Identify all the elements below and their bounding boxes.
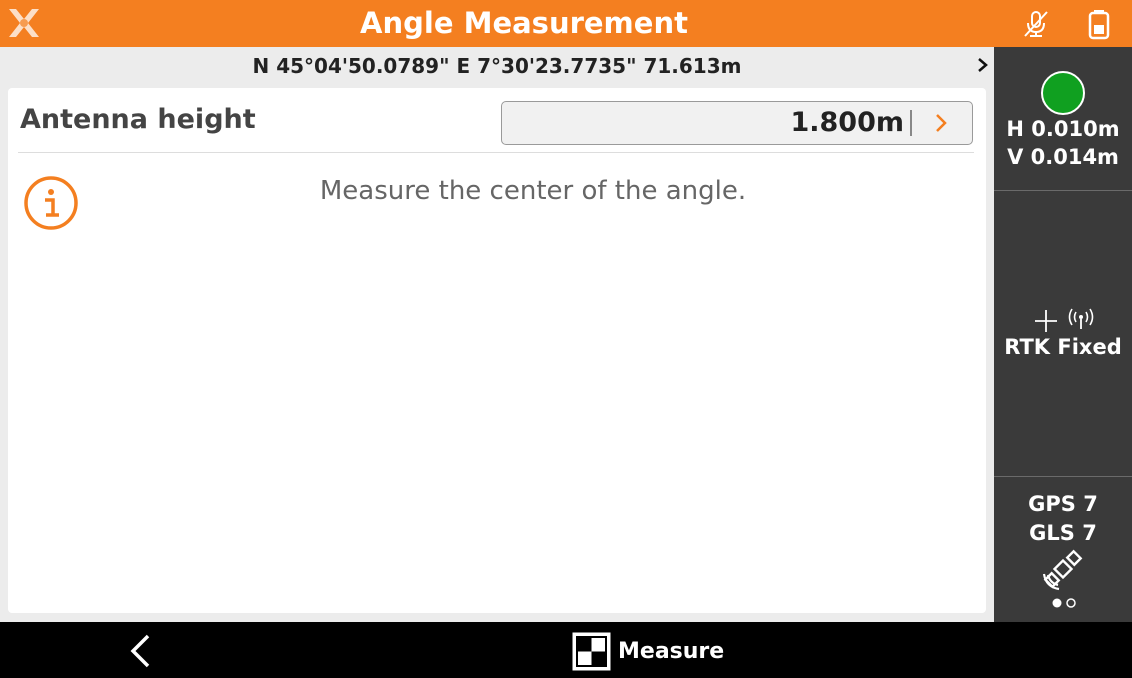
main-panel: Antenna height 1.800m Measure the center… — [8, 88, 986, 613]
gps-count: GPS 7 — [1028, 492, 1098, 516]
page-indicator-dots — [1052, 598, 1076, 608]
battery-icon — [1088, 10, 1110, 40]
horizontal-precision: H 0.010m — [1006, 117, 1120, 141]
status-sidebar: H 0.010m V 0.014m RTK Fixed GPS 7 GLS 7 — [994, 47, 1132, 622]
antenna-height-field[interactable]: 1.800m — [501, 101, 973, 145]
back-arrow-icon[interactable] — [126, 632, 154, 670]
vertical-precision: V 0.014m — [1007, 145, 1119, 169]
solution-type: RTK Fixed — [1004, 335, 1122, 359]
page-title: Angle Measurement — [360, 6, 688, 40]
instruction-message: Measure the center of the angle. — [319, 176, 747, 206]
satellite-icon — [1042, 549, 1083, 591]
measure-button[interactable]: Measure — [572, 632, 725, 671]
rtk-crosshair-antenna-icon — [1035, 308, 1094, 332]
text-cursor — [910, 110, 912, 136]
coordinate-bar[interactable]: N 45°04'50.0789" E 7°30'23.7735" 71.613m — [0, 47, 994, 87]
antenna-height-label: Antenna height — [20, 104, 256, 135]
antenna-height-value: 1.800m — [790, 107, 904, 138]
measure-button-label: Measure — [618, 639, 725, 664]
solution-section[interactable] — [994, 191, 1132, 476]
divider — [18, 152, 974, 153]
chevron-right-icon[interactable] — [975, 55, 991, 75]
top-bar: Angle Measurement — [0, 0, 1132, 47]
position-coordinates: N 45°04'50.0789" E 7°30'23.7735" 71.613m — [252, 54, 742, 78]
measure-target-icon — [572, 632, 611, 671]
chevron-right-icon[interactable] — [932, 111, 950, 135]
glonass-count: GLS 7 — [1029, 521, 1097, 545]
mic-off-icon[interactable] — [1020, 8, 1052, 40]
bottom-bar: Measure — [0, 622, 1132, 678]
precision-section[interactable]: H 0.010m V 0.014m — [994, 47, 1132, 190]
fix-status-indicator — [1041, 71, 1085, 115]
